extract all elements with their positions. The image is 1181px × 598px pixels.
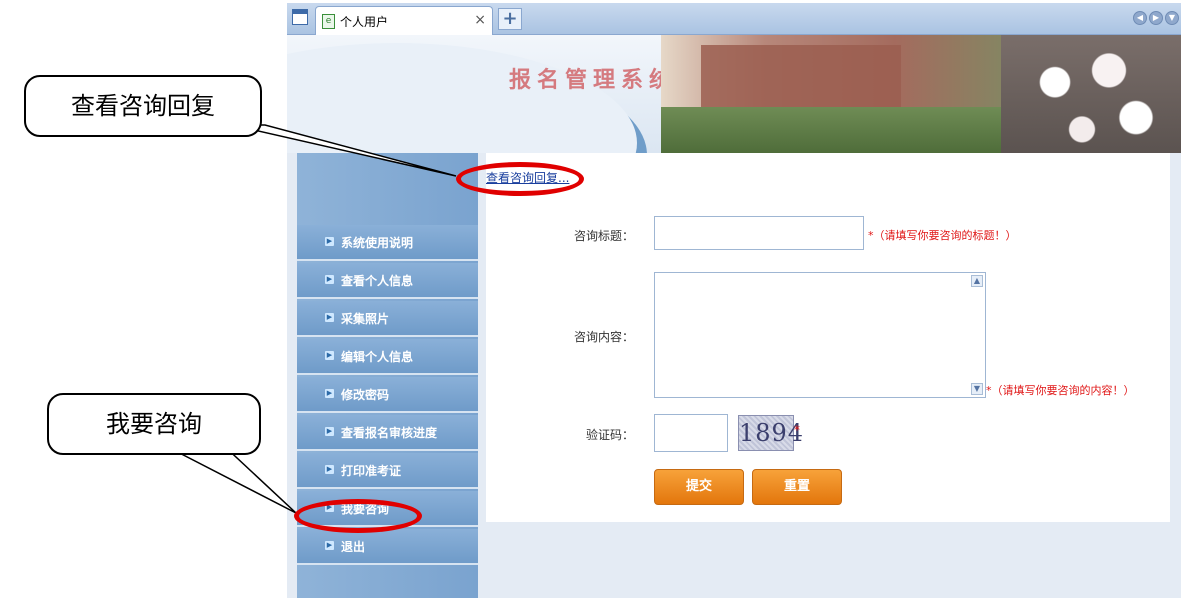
- scroll-up-icon[interactable]: ▲: [971, 275, 983, 287]
- banner-photo-flowers: [1001, 35, 1181, 153]
- highlight-reply-link: [456, 162, 584, 196]
- title-label: 咨询标题：: [573, 229, 634, 243]
- banner-photo-building: [701, 45, 901, 115]
- banner-title: 报名管理系统: [509, 68, 678, 93]
- sidebar-item-label: 查看个人信息: [341, 274, 414, 288]
- submit-button[interactable]: 提交: [654, 469, 744, 505]
- title-hint: *（请填写你要咨询的标题！）: [868, 229, 1017, 242]
- arrow-icon: ▶: [325, 351, 334, 360]
- sidebar-item-label: 修改密码: [341, 388, 390, 402]
- scroll-down-icon[interactable]: ▼: [971, 383, 983, 395]
- consult-form: 查看咨询回复... 咨询标题： *（请填写你要咨询的标题！） 咨询内容： ▲ ▼…: [486, 153, 1170, 522]
- sidebar: ▶ 系统使用说明 ▶ 查看个人信息 ▶ 采集照片 ▶ 编辑个人信息 ▶ 修改密码 ▶ 查看报…: [297, 153, 478, 598]
- body-label: 咨询内容：: [573, 330, 634, 344]
- banner: 报名管理系统: [287, 35, 1181, 153]
- tab-label: 个人用户: [340, 15, 389, 29]
- sidebar-item-edit-info[interactable]: ▶ 编辑个人信息: [297, 339, 478, 375]
- tab-personal-user[interactable]: e 个人用户 ×: [315, 6, 493, 35]
- body-textarea[interactable]: ▲ ▼: [654, 272, 986, 398]
- back-icon[interactable]: ◀: [1133, 11, 1147, 25]
- sidebar-item-label: 采集照片: [341, 312, 390, 326]
- sidebar-item-label: 系统使用说明: [341, 236, 414, 250]
- body-hint: *（请填写你要咨询的内容！）: [986, 384, 1135, 397]
- sidebar-item-photo[interactable]: ▶ 采集照片: [297, 301, 478, 337]
- window-controls: ◀ ▶ ▼: [1133, 11, 1179, 25]
- sidebar-item-password[interactable]: ▶ 修改密码: [297, 377, 478, 413]
- sidebar-item-label: 打印准考证: [341, 464, 402, 478]
- tab-close-icon[interactable]: ×: [474, 12, 486, 28]
- arrow-icon: ▶: [325, 313, 334, 322]
- highlight-consult-item: [294, 499, 422, 533]
- sidebar-item-label: 退出: [341, 540, 366, 554]
- arrow-icon: ▶: [325, 541, 334, 550]
- window-icon[interactable]: [292, 9, 308, 25]
- banner-photo: [661, 35, 1181, 153]
- forward-icon[interactable]: ▶: [1149, 11, 1163, 25]
- banner-swoosh-inner: [287, 43, 637, 153]
- sidebar-item-logout[interactable]: ▶ 退出: [297, 529, 478, 565]
- sidebar-item-view-info[interactable]: ▶ 查看个人信息: [297, 263, 478, 299]
- captcha-required-mark: *: [794, 423, 800, 437]
- sidebar-item-label: 编辑个人信息: [341, 350, 414, 364]
- captcha-label: 验证码：: [585, 428, 634, 442]
- arrow-icon: ▶: [325, 427, 334, 436]
- title-input[interactable]: [654, 216, 864, 250]
- callout-view-reply: 查看咨询回复: [24, 75, 262, 137]
- captcha-image[interactable]: 1894: [738, 415, 803, 451]
- sidebar-item-print-ticket[interactable]: ▶ 打印准考证: [297, 453, 478, 489]
- sidebar-item-label: 查看报名审核进度: [341, 426, 438, 440]
- captcha-input[interactable]: [654, 414, 728, 452]
- sidebar-item-review-progress[interactable]: ▶ 查看报名审核进度: [297, 415, 478, 451]
- new-tab-button[interactable]: +: [498, 8, 522, 30]
- arrow-icon: ▶: [325, 465, 334, 474]
- callout-consult: 我要咨询: [47, 393, 261, 455]
- sidebar-item-usage-guide[interactable]: ▶ 系统使用说明: [297, 225, 478, 261]
- arrow-icon: ▶: [325, 275, 334, 284]
- page-icon: e: [322, 14, 335, 29]
- arrow-icon: ▶: [325, 237, 334, 246]
- browser-tab-bar: e 个人用户 × + ◀ ▶ ▼: [287, 3, 1181, 35]
- reset-button[interactable]: 重置: [752, 469, 842, 505]
- menu-icon[interactable]: ▼: [1165, 11, 1179, 25]
- arrow-icon: ▶: [325, 389, 334, 398]
